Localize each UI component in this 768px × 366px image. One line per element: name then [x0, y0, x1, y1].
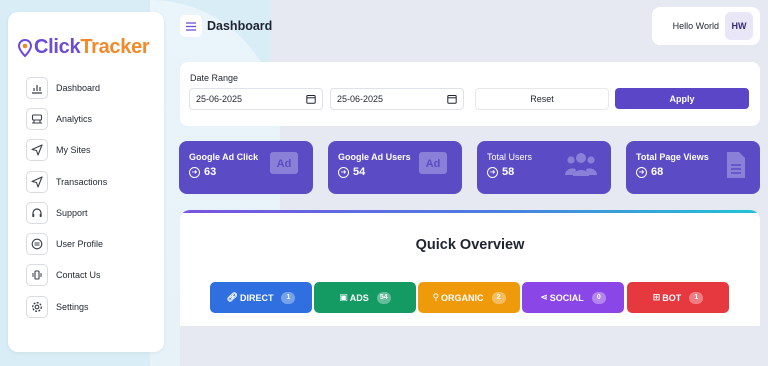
bar-chart-icon: [26, 76, 48, 99]
send-icon: [26, 139, 48, 162]
ad-icon: ▣: [339, 292, 348, 302]
stat-value: 68: [651, 166, 664, 178]
source-button-ads[interactable]: ▣ ADS 54: [314, 282, 416, 313]
page-title: Dashboard: [207, 19, 273, 33]
document-icon: [727, 152, 745, 178]
robot-icon: ⊞: [652, 292, 661, 302]
brand-logo[interactable]: Click Tracker: [18, 36, 150, 59]
sidebar-item-dashboard[interactable]: Dashboard: [26, 72, 156, 103]
user-greeting: Hello World: [672, 21, 719, 31]
analytics-icon: [26, 107, 48, 130]
user-circle-icon: [26, 233, 48, 256]
stat-value: 54: [353, 166, 366, 178]
sidebar-item-contact-us[interactable]: Contact Us: [26, 260, 156, 291]
date-from-input[interactable]: 25-06-2025: [189, 88, 323, 110]
date-to-input[interactable]: 25-06-2025: [330, 88, 464, 110]
stat-card-total-page-views[interactable]: Total Page Views ➜ 68: [626, 141, 760, 194]
source-count-badge: 1: [281, 291, 296, 304]
arrow-right-icon: ➜: [487, 166, 498, 178]
sidebar-item-label: Analytics: [56, 113, 93, 124]
stat-card-google-ad-users[interactable]: Google Ad Users ➜ 54 Ad: [328, 141, 462, 194]
sidebar-item-support[interactable]: Support: [26, 197, 156, 228]
svg-text:Ad: Ad: [426, 158, 441, 170]
source-button-bot[interactable]: ⊞ BOT 1: [627, 282, 729, 313]
overview-title: Quick Overview: [415, 237, 525, 253]
link-icon: 🔗︎: [226, 292, 238, 302]
source-button-social[interactable]: ⋖ SOCIAL 0: [522, 282, 624, 313]
sidebar-item-label: Dashboard: [56, 82, 101, 93]
users-icon: [565, 153, 597, 176]
stat-value: 58: [502, 166, 515, 178]
sidebar-nav: Dashboard Analytics My Sites Transaction…: [26, 72, 156, 322]
reset-button[interactable]: Reset: [475, 88, 609, 110]
search-icon: ⚲: [432, 292, 440, 302]
source-count-badge: 2: [491, 291, 506, 304]
hamburger-icon: [186, 21, 196, 31]
location-pin-icon: [18, 38, 32, 57]
svg-text:Ad: Ad: [277, 158, 292, 170]
source-count-badge: 1: [689, 291, 704, 304]
source-button-organic[interactable]: ⚲ ORGANIC 2: [418, 282, 520, 313]
sidebar-item-user-profile[interactable]: User Profile: [26, 228, 156, 259]
sidebar-item-analytics[interactable]: Analytics: [26, 103, 156, 134]
date-filter-card: Date Range 25-06-2025 25-06-2025 Reset A…: [180, 62, 760, 126]
sidebar-item-label: My Sites: [56, 145, 91, 156]
send-icon: [26, 170, 48, 193]
brand-name-part1: Click: [34, 36, 81, 58]
sidebar-item-label: Transactions: [56, 176, 108, 187]
stat-value: 63: [204, 166, 217, 178]
avatar[interactable]: HW: [725, 12, 753, 40]
apply-button[interactable]: Apply: [615, 88, 749, 109]
arrow-right-icon: ➜: [189, 166, 200, 178]
date-from-value: 25-06-2025: [196, 94, 243, 104]
sidebar-item-label: Contact Us: [56, 270, 101, 281]
source-count-badge: 54: [376, 291, 391, 304]
stat-card-total-users[interactable]: Total Users ➜ 58: [477, 141, 611, 194]
arrow-right-icon: ➜: [636, 166, 647, 178]
phone-vibrate-icon: [26, 264, 48, 287]
sidebar-item-settings[interactable]: Settings: [26, 291, 156, 322]
gradient-accent-bar: [180, 210, 760, 213]
brand-name-part2: Tracker: [80, 36, 150, 58]
sidebar-item-my-sites[interactable]: My Sites: [26, 135, 156, 166]
menu-toggle-button[interactable]: [180, 15, 202, 37]
ad-icon: Ad: [419, 152, 447, 174]
sidebar: Click Tracker Dashboard Analytics My Site…: [8, 12, 164, 352]
calendar-icon[interactable]: [447, 94, 457, 104]
sidebar-item-label: Support: [56, 207, 88, 218]
source-label: BOT: [662, 292, 682, 303]
user-menu[interactable]: Hello World HW: [652, 7, 760, 45]
share-icon: ⋖: [540, 292, 548, 302]
source-label: ORGANIC: [441, 292, 484, 303]
sidebar-item-transactions[interactable]: Transactions: [26, 166, 156, 197]
source-label: ADS: [349, 292, 369, 303]
gear-icon: [26, 295, 48, 318]
stat-card-google-ad-click[interactable]: Google Ad Click ➜ 63 Ad: [179, 141, 313, 194]
ad-icon: Ad: [270, 152, 298, 174]
headphones-icon: [26, 201, 48, 224]
date-to-value: 25-06-2025: [337, 94, 384, 104]
source-label: DIRECT: [239, 292, 274, 303]
source-button-direct[interactable]: 🔗︎ DIRECT 1: [210, 282, 312, 313]
arrow-right-icon: ➜: [338, 166, 349, 178]
page-bottom-background: [180, 326, 760, 366]
sidebar-item-label: Settings: [56, 301, 89, 312]
source-count-badge: 0: [591, 291, 606, 304]
date-range-label: Date Range: [190, 73, 239, 83]
sidebar-item-label: User Profile: [56, 239, 104, 250]
calendar-icon[interactable]: [306, 94, 316, 104]
source-label: SOCIAL: [549, 292, 584, 303]
